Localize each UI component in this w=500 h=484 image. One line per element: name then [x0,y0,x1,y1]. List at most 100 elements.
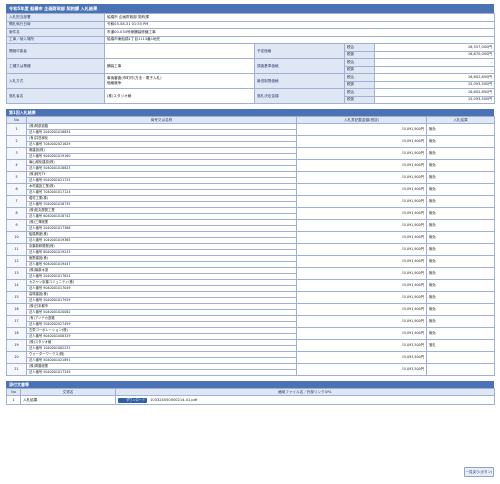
bid-no: 19 [6,339,27,352]
bid-no: 21 [6,363,27,376]
tax-in-label: 税込 [344,43,375,52]
tax-in-label: 税込 [344,58,375,67]
bid-no: 6 [6,183,27,196]
bid-no: 2 [6,135,27,148]
place-label: 工事／納入場所 [6,35,105,44]
bid-result: 無効 [426,255,495,268]
method-value: 事後審査(市町村(方法・電子入札) 価格競争 [104,73,255,89]
method-value-line2: 価格競争 [107,81,122,85]
bid-amount: 15,093,500円 [296,363,427,376]
bid-result: 無効 [426,123,495,136]
kind-label: 工種又は業種 [6,58,105,74]
bid-result: 無効 [426,219,495,232]
doc-section-title: 添付文書等 [6,381,494,388]
bid-amount: 15,091,900円 [296,171,427,184]
bid-result: 無効 [426,279,495,292]
bid-result: 無効 [426,231,495,244]
bid-amount: 15,093,500円 [296,351,427,364]
doc-name: 入札結果 [20,395,116,405]
bid-no: 5 [6,171,27,184]
bid-no: 18 [6,327,27,340]
bid-result: 無効 [426,207,495,220]
bid-corp-number: 法人番号 5040001017349 [26,369,297,376]
min-price-label: 最低制限価格 [254,73,345,89]
planned-price-ex: 16,870,000円 [373,50,496,59]
date-value: 令和05-08-31 01:55 PM [103,20,496,29]
bid-amount: 15,091,900円 [296,183,427,196]
survey-price-in: - [373,58,496,67]
bid-no: 8 [6,207,27,220]
bid-amount: 15,091,900円 [296,291,427,304]
bid-no: 15 [6,291,27,304]
bid-amount: 15,091,900円 [296,303,427,316]
bid-amount: 15,091,900円 [296,159,427,172]
bid-table-body: 1 (株)阿部道路 15,091,900円 無効 法人番号 2040001016634 2… [6,123,495,376]
bid-no: 7 [6,195,27,208]
bid-amount: 15,091,900円 [296,243,427,256]
qualify-value [104,43,255,59]
doc-header-no: No [6,388,21,396]
bid-table: No 商号又は名称 入札書記載金額(税抜) 入札結果 1 (株)阿部道路 15,09… [6,116,495,376]
doc-file-cell: ダウンロード 103324050000214-01.pdf [115,395,495,405]
bid-no: 17 [6,315,27,328]
bid-result: 無効 [426,303,495,316]
bid-result: 無効 [426,135,495,148]
bid-amount: 15,091,900円 [296,255,427,268]
download-button[interactable]: ダウンロード [118,397,148,403]
min-price-in: 16,602,850円 [373,73,496,82]
bid-no: 13 [6,267,27,280]
tax-in-label: 税込 [344,88,375,97]
bid-result: 無効 [426,195,495,208]
decided-price-in: 16,602,850円 [373,88,496,97]
tax-ex-label: 税抜 [344,80,375,89]
planned-price-in: 18,557,000円 [373,43,496,52]
decided-price-ex: 15,093,500円 [373,95,496,104]
doc-table: No 文書名 格納ファイル名／外部リンクURL 1 入札結果 ダウンロード 103… [6,388,495,405]
bid-no: 20 [6,351,27,364]
back-to-list-button[interactable]: 一覧戻り(ボタン) [464,467,494,477]
tax-ex-label: 税抜 [344,65,375,74]
doc-no: 1 [6,395,21,405]
bid-section-title: 第1回入札結果 [6,109,494,116]
page-title: 令和5年度 船橋市 企画財政部 契約課 入札結果 [6,4,494,13]
bid-result: 無効 [426,267,495,280]
bid-header-no: No [6,116,27,124]
page-container: 令和5年度 船橋市 企画財政部 契約課 入札結果 入札担当部署 船橋市 企画財政… [6,4,496,405]
bid-result: 無効 [426,171,495,184]
date-label: 開札執行日時 [6,20,105,29]
min-price-ex: 15,093,500円 [373,80,496,89]
bid-no: 1 [6,123,27,136]
winner-label: 落札者名 [6,88,105,104]
bid-amount: 15,091,900円 [296,147,427,160]
dept-value: 船橋市 企画財政部 契約課 [103,13,496,22]
bid-no: 12 [6,255,27,268]
bid-result: 無効 [426,243,495,256]
doc-row: 1 入札結果 ダウンロード 103324050000214-01.pdf [6,395,495,405]
method-label: 入札方式 [6,73,105,89]
bid-result [426,363,495,376]
bid-amount: 15,091,900円 [296,219,427,232]
bid-amount: 15,091,900円 [296,135,427,148]
planned-price-label: 予定価格 [254,43,345,59]
tax-ex-label: 税抜 [344,50,375,59]
bid-amount: 15,093,500円 [296,339,427,352]
bid-result: 無効 [426,183,495,196]
bid-amount: 15,091,900円 [296,195,427,208]
bid-no: 14 [6,279,27,292]
download-button-label: ダウンロード [126,397,146,402]
bid-no: 4 [6,159,27,172]
bid-no: 16 [6,303,27,316]
bid-header-name: 商号又は名称 [26,116,297,124]
bid-result [426,351,495,364]
kind-value: 舗装工事 [104,58,255,74]
bid-amount: 15,091,900円 [296,315,427,328]
bid-header-result: 入札結果 [426,116,495,124]
bid-result: 落札 [426,339,495,352]
bid-result: 無効 [426,291,495,304]
bid-no: 3 [6,147,27,160]
survey-price-label: 調査基準価格 [254,58,345,74]
method-value-line1: 事後審査(市町村(方法・電子入札) [107,76,162,80]
bid-result: 無効 [426,147,495,160]
doc-file-link[interactable]: 103324050000214-01.pdf [150,398,197,402]
qualify-label: 開緒可能者 [6,43,105,59]
